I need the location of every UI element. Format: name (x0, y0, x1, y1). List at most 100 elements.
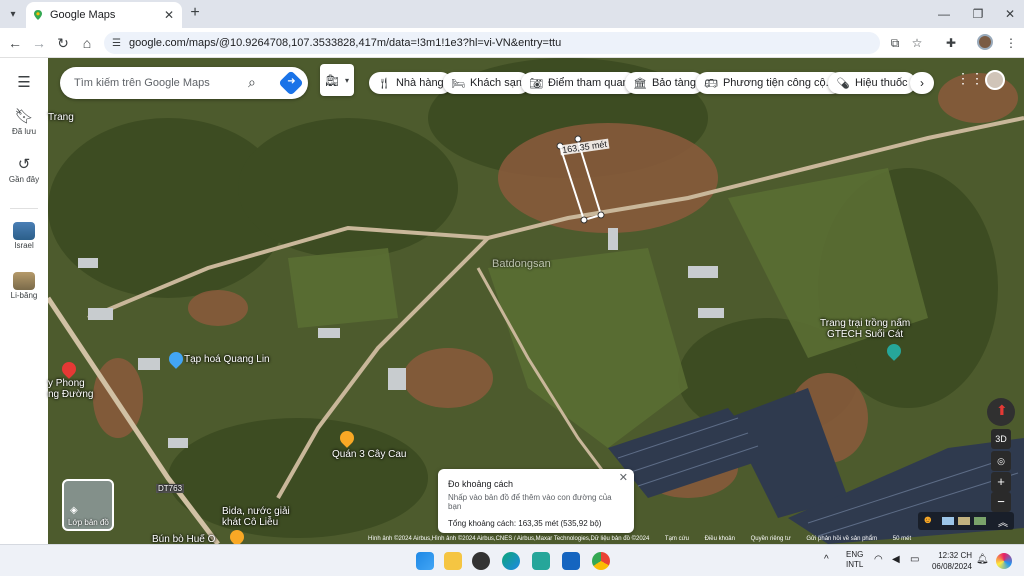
place-thumbnail (13, 272, 35, 290)
tray-chevron-icon[interactable]: ^ (824, 554, 829, 565)
pegman-icon[interactable]: ☻ (922, 514, 934, 526)
chip-museums[interactable]: 🏛︎ Bảo tàng (625, 72, 705, 94)
chip-label: Phương tiện công cộ... (722, 77, 835, 89)
dell-icon[interactable] (472, 552, 490, 570)
bookmark-star-icon[interactable]: ☆ (908, 34, 926, 52)
close-window-button[interactable]: ✕ (998, 4, 1022, 24)
reload-button[interactable]: ↻ (53, 33, 73, 53)
search-icon[interactable]: ⌕ (248, 74, 266, 92)
rail-place-lebanon[interactable]: Li-băng (0, 272, 48, 300)
imagery-thumb-icon[interactable] (974, 517, 986, 525)
site-info-icon[interactable]: ☰ (112, 38, 121, 49)
attribution-bar: Hình ảnh ©2024 Airbus,Hình ảnh ©2024 Air… (368, 536, 1024, 544)
chip-label: Hiệu thuốc (854, 77, 908, 89)
museum-icon: 🏛︎ (633, 77, 647, 90)
map-label-quan[interactable]: Quán 3 Cây Cau (332, 449, 407, 460)
lang-code: ENG (846, 550, 864, 559)
menu-button[interactable]: ☰ (0, 74, 48, 92)
feedback-link[interactable]: Gửi phản hồi về sản phẩm (806, 536, 877, 542)
google-apps-icon[interactable]: ⋮⋮⋮ (956, 70, 998, 86)
tab-google-maps[interactable]: Google Maps ✕ (26, 2, 182, 28)
3d-toggle-button[interactable]: 3D (991, 429, 1011, 449)
chip-hotels[interactable]: 🛏︎ Khách sạn (443, 72, 530, 94)
browser-toolbar: ← → ↻ ⌂ ☰ google.com/maps/@10.9264708,10… (0, 28, 1024, 58)
chips-next-button[interactable]: › (910, 72, 934, 94)
rail-place-israel[interactable]: Israel (0, 222, 48, 250)
chip-restaurants[interactable]: 🍴︎ Nhà hàng (369, 72, 452, 94)
rail-saved[interactable]: 🔖︎ Đã lưu (0, 108, 48, 136)
chrome-icon[interactable] (592, 552, 610, 570)
privacy-link[interactable]: Quyền riêng tư (751, 536, 791, 542)
install-app-icon[interactable]: ⧉ (886, 34, 904, 52)
new-tab-button[interactable]: + (186, 5, 204, 23)
close-icon[interactable]: ✕ (619, 471, 628, 484)
map-label-phong[interactable]: y Phong ng Đường (48, 378, 94, 400)
transit-toggle-button[interactable]: 🚉︎ ▾ (320, 64, 354, 96)
tab-close-icon[interactable]: ✕ (162, 8, 176, 22)
restaurant-icon: 🍴︎ (377, 77, 391, 90)
zoom-in-button[interactable]: + (991, 472, 1011, 492)
rail-recent[interactable]: ↺ Gần đây (0, 156, 48, 184)
file-explorer-icon[interactable] (444, 552, 462, 570)
chip-transit[interactable]: 🚌︎ Phương tiện công cộ... (696, 72, 843, 94)
store-icon[interactable] (562, 552, 580, 570)
layers-icon: ◈ (70, 505, 78, 516)
bed-icon: 🛏︎ (451, 77, 465, 90)
menu-kebab-icon[interactable]: ⋮ (1002, 34, 1020, 52)
map-label-bida[interactable]: Bida, nước giải khát Cô Liễu (222, 506, 290, 528)
imagery-thumb-icon[interactable] (942, 517, 954, 525)
copilot-icon[interactable] (996, 553, 1012, 569)
chip-label: Khách sạn (469, 77, 522, 89)
home-button[interactable]: ⌂ (77, 33, 97, 53)
compass-control[interactable]: ⬆ (987, 398, 1015, 426)
tab-title: Google Maps (50, 9, 116, 21)
map-label-trang: Trang (48, 112, 74, 123)
input-language[interactable]: ENG INTL (846, 550, 863, 570)
chip-pharmacy[interactable]: 💊︎ Hiệu thuốc (828, 72, 916, 94)
volume-icon[interactable]: ◀ (892, 554, 900, 565)
transit-icon: 🚉︎ (325, 74, 339, 87)
notification-bell-icon[interactable]: 🔔︎ (976, 554, 989, 565)
chip-label: Nhà hàng (395, 77, 444, 89)
app-icon[interactable] (532, 552, 550, 570)
tab-list-button[interactable]: ▾ (4, 5, 22, 23)
restore-button[interactable]: ❐ (966, 4, 990, 24)
layers-button[interactable]: ◈ Lớp bản đồ (62, 479, 114, 531)
layers-label: Lớp bản đồ (68, 518, 109, 527)
back-button[interactable]: ← (5, 33, 25, 53)
account-avatar[interactable] (985, 70, 1005, 90)
clock-date: 06/08/2024 (931, 562, 972, 571)
measure-total: Tổng khoảng cách: 163,35 mét (535,92 bộ) (448, 519, 602, 528)
attribution-text: Hình ảnh ©2024 Airbus,Hình ảnh ©2024 Air… (368, 536, 650, 542)
profile-avatar[interactable] (977, 34, 993, 50)
scale-label: 50 mét (892, 536, 912, 542)
imagery-thumb-icon[interactable] (958, 517, 970, 525)
road-label: DT763 (156, 484, 185, 493)
chip-label: Điểm tham quan (547, 77, 629, 89)
chip-attractions[interactable]: 📷︎ Điểm tham quan (521, 72, 637, 94)
windows-start-icon[interactable] (416, 552, 434, 570)
extensions-icon[interactable]: ✚ (942, 34, 960, 52)
my-location-button[interactable]: ◎ (991, 451, 1011, 471)
wifi-icon[interactable]: ◠ (874, 554, 883, 565)
forward-button[interactable]: → (29, 33, 49, 53)
expand-icon[interactable]: ︽ (998, 514, 1008, 529)
search-input[interactable] (74, 77, 244, 89)
directions-icon[interactable]: ➜ (278, 70, 304, 96)
battery-icon[interactable]: ▭ (910, 554, 919, 565)
measure-title: Đo khoảng cách (448, 479, 514, 489)
minimize-button[interactable]: — (932, 4, 956, 24)
pharmacy-icon: 💊︎ (836, 77, 850, 90)
zoom-out-button[interactable]: − (991, 492, 1011, 512)
clock[interactable]: 12:32 CH 06/08/2024 (928, 550, 972, 572)
chip-label: Bảo tàng (651, 77, 697, 89)
watermark-text: Batdongsan (492, 258, 551, 270)
address-bar[interactable]: ☰ google.com/maps/@10.9264708,107.353382… (104, 32, 880, 54)
terms-link[interactable]: Điều khoản (705, 536, 735, 542)
attribution-link[interactable]: Tạm cứu (665, 536, 689, 542)
search-box[interactable]: ⌕ ➜ (60, 67, 308, 99)
windows-taskbar: ^ ENG INTL ◠ ◀ ▭ 12:32 CH 06/08/2024 🔔︎ (0, 544, 1024, 576)
tab-bar: ▾ Google Maps ✕ + — ❐ ✕ (0, 0, 1024, 28)
map-label-shop[interactable]: Tạp hoá Quang Lin (184, 354, 270, 365)
edge-icon[interactable] (502, 552, 520, 570)
